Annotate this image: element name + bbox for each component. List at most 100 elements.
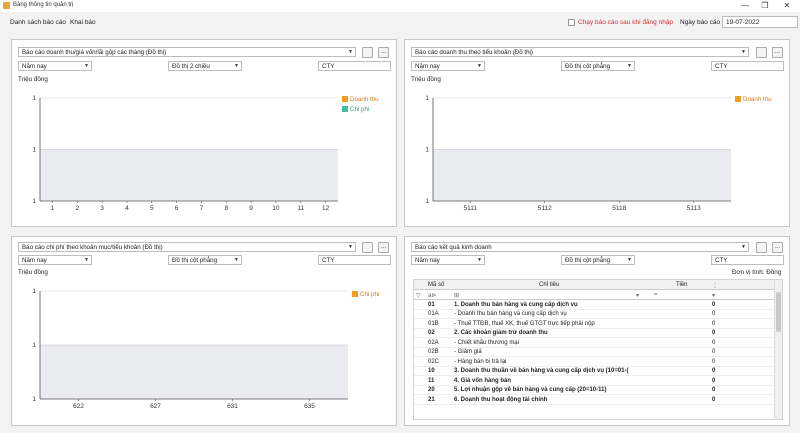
- x-tick-label: 627: [150, 403, 161, 410]
- cell-ma-so: 20: [428, 387, 435, 393]
- chart-type-select-4[interactable]: Đồ thị cột phẳng ▼: [561, 255, 635, 265]
- table-row[interactable]: 02A - Chiết khấu thương mại 0: [414, 338, 782, 348]
- filter-tien-dropdown[interactable]: ▾: [712, 292, 715, 299]
- report-date-input[interactable]: 19-07-2022: [722, 16, 798, 28]
- company-field-3[interactable]: CTY: [318, 255, 391, 265]
- cell-chi-tieu: 2. Các khoản giảm trừ doanh thu: [454, 330, 548, 336]
- header-ma-so[interactable]: Mã số: [428, 282, 444, 288]
- cell-ma-so: 02C: [428, 358, 440, 365]
- period-select-2[interactable]: Năm nay ▼: [411, 61, 485, 71]
- plot-area-fill: [40, 345, 348, 399]
- period-select-4[interactable]: Năm nay ▼: [411, 255, 485, 265]
- legend-label-chi-phi-3: Chi phí: [360, 290, 380, 298]
- table-row[interactable]: 02C - Hàng bán bị trả lại 0: [414, 357, 782, 367]
- cell-chi-tieu: 3. Doanh thu thuần về bán hàng và cung c…: [454, 368, 629, 374]
- cell-tien: 0: [712, 301, 716, 308]
- legend-swatch-doanh-thu: [342, 96, 348, 102]
- cell-tien: 0: [712, 368, 716, 374]
- table-row[interactable]: 02B - Giảm giá 0: [414, 348, 782, 357]
- legend-swatch-chi-phi-3: [352, 291, 358, 297]
- run-on-login-checkbox[interactable]: [568, 19, 575, 26]
- table-row[interactable]: 10 3. Doanh thu thuần về bán hàng và cung…: [414, 367, 782, 376]
- y-tick-label: 1: [425, 147, 429, 154]
- table-row[interactable]: 01B - Thuế TTĐB, thuế XK, thuế GTGT trực …: [414, 319, 782, 329]
- open-report-button-4[interactable]: [756, 242, 767, 253]
- more-button-4[interactable]: ...: [772, 242, 783, 253]
- report-select-4[interactable]: Báo cáo kết quả kinh doanh ▼: [411, 242, 749, 252]
- legend-label-doanh-thu: Doanh thu: [350, 95, 379, 103]
- table-row[interactable]: 21 6. Doanh thu hoạt động tài chính 0: [414, 395, 782, 405]
- table-body: 01 1. Doanh thu bán hàng và cung cấp dịch…: [414, 300, 782, 405]
- table-scrollbar-thumb[interactable]: [776, 292, 781, 332]
- more-button-3[interactable]: ...: [378, 242, 389, 253]
- legend-3: Chi phí: [352, 289, 380, 299]
- x-tick-label: 11: [297, 205, 304, 212]
- y-tick-label: 1: [32, 198, 36, 205]
- menu-settings[interactable]: Khai báo: [70, 19, 96, 26]
- report-select-2[interactable]: Báo cáo doanh thu theo tiểu khoản (Đồ th…: [411, 47, 749, 57]
- report-select-1[interactable]: Báo cáo doanh thu/giá vốn/lãi gộp các th…: [18, 47, 356, 57]
- table-scrollbar[interactable]: [774, 280, 782, 419]
- filter-chi-tieu-dropdown[interactable]: ▾: [636, 292, 639, 299]
- company-field-1[interactable]: CTY: [318, 61, 391, 71]
- chart-type-select-3[interactable]: Đồ thị cột phẳng ▼: [168, 255, 242, 265]
- cell-chi-tieu: - Doanh thu bán hàng và cung cấp dịch vụ: [454, 311, 567, 317]
- cell-tien: 0: [712, 339, 716, 346]
- report-date-label: Ngày báo cáo: [680, 19, 721, 26]
- cell-tien: 0: [712, 349, 716, 355]
- filter-chi-tieu[interactable]: ⊞: [454, 292, 459, 299]
- period-select-3[interactable]: Năm nay ▼: [18, 255, 92, 265]
- table-row[interactable]: 20 5. Lợi nhuận gộp về bán hàng và cung c…: [414, 386, 782, 395]
- x-tick-label: 9: [249, 205, 253, 212]
- period-select-1[interactable]: Năm nay ▼: [18, 61, 92, 71]
- cell-tien: 0: [712, 377, 716, 384]
- filter-ma-so[interactable]: a⊳: [428, 292, 436, 299]
- table-row[interactable]: 02 2. Các khoản giảm trừ doanh thu 0: [414, 329, 782, 338]
- chart-type-select-1[interactable]: Đồ thị 2 chiều ▼: [168, 61, 242, 71]
- x-tick-label: 2: [75, 205, 79, 212]
- more-button-1[interactable]: ...: [378, 47, 389, 58]
- y-tick-label: 1: [425, 95, 429, 102]
- cell-tien: 0: [712, 330, 716, 336]
- title-bar: Bảng thông tin quản trị — ❐ ✕: [0, 0, 800, 12]
- x-tick-label: 5113: [687, 205, 701, 212]
- cell-chi-tieu: 5. Lợi nhuận gộp về bán hàng và cung cấp…: [454, 387, 607, 393]
- header-tien[interactable]: Tiền: [676, 282, 687, 288]
- header-chi-tieu[interactable]: Chỉ tiêu: [539, 282, 559, 288]
- legend-2: Doanh thu: [735, 94, 772, 104]
- x-tick-label: 8: [224, 205, 228, 212]
- filter-tien[interactable]: =: [654, 292, 658, 298]
- cell-chi-tieu: - Chiết khấu thương mại: [454, 339, 519, 346]
- company-field-4[interactable]: CTY: [711, 255, 784, 265]
- column-menu-icon[interactable]: ⋮: [712, 282, 718, 289]
- filter-icon[interactable]: ▽: [416, 292, 421, 299]
- table-row[interactable]: 01 1. Doanh thu bán hàng và cung cấp dịch…: [414, 300, 782, 310]
- table-row[interactable]: 11 4. Giá vốn hàng bán 0: [414, 376, 782, 386]
- x-tick-label: 631: [227, 403, 238, 410]
- cell-ma-so: 10: [428, 368, 435, 374]
- legend-label-chi-phi: Chi phí: [350, 105, 370, 113]
- open-report-button-3[interactable]: [362, 242, 373, 253]
- more-button-2[interactable]: ...: [772, 47, 783, 58]
- menu-report-list[interactable]: Danh sách báo cáo: [10, 19, 66, 26]
- open-report-button-2[interactable]: [756, 47, 767, 58]
- x-tick-label: 3: [100, 205, 104, 212]
- report-select-3[interactable]: Báo cáo chi phí theo khoản mục/tiểu khoả…: [18, 242, 356, 252]
- legend-label-doanh-thu-2: Doanh thu: [743, 95, 772, 103]
- plot-area-fill: [433, 149, 731, 201]
- chart-type-select-2[interactable]: Đồ thị cột phẳng ▼: [561, 61, 635, 71]
- x-tick-label: 7: [200, 205, 204, 212]
- x-tick-label: 5: [150, 205, 154, 212]
- legend-swatch-chi-phi: [342, 106, 348, 112]
- cell-chi-tieu: - Hàng bán bị trả lại: [454, 358, 507, 365]
- legend-1: Doanh thu Chi phí: [342, 94, 379, 114]
- table-row[interactable]: 01A - Doanh thu bán hàng và cung cấp dịch…: [414, 310, 782, 319]
- open-report-button-1[interactable]: [362, 47, 373, 58]
- restore-button[interactable]: ❐: [754, 0, 776, 12]
- cell-chi-tieu: 1. Doanh thu bán hàng và cung cấp dịch v…: [454, 301, 578, 308]
- window-title: Bảng thông tin quản trị: [13, 2, 74, 8]
- minimize-button[interactable]: —: [734, 0, 756, 12]
- company-field-2[interactable]: CTY: [711, 61, 784, 71]
- legend-item-doanh-thu-2: Doanh thu: [735, 94, 772, 104]
- close-button[interactable]: ✕: [776, 0, 798, 12]
